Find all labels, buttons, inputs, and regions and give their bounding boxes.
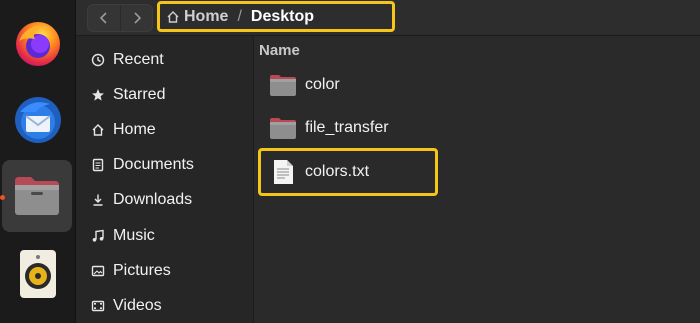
sidebar-item-music[interactable]: Music	[76, 219, 254, 253]
files-window: Home / Desktop Recent Starred Home Docum…	[76, 0, 700, 323]
video-icon	[90, 298, 106, 314]
file-name: color	[305, 76, 340, 93]
rhythmbox-icon	[20, 250, 56, 298]
document-icon	[90, 157, 106, 173]
text-file-icon	[274, 160, 293, 184]
file-list: Name color file_transfer colors.txt	[254, 36, 700, 323]
dock-item-files[interactable]	[2, 160, 72, 232]
file-name: colors.txt	[305, 163, 370, 180]
sidebar-item-label: Pictures	[113, 262, 171, 279]
sidebar-item-starred[interactable]: Starred	[76, 78, 254, 112]
clock-icon	[90, 52, 106, 68]
home-icon	[167, 10, 179, 23]
breadcrumb-home-label: Home	[184, 7, 229, 25]
sidebar-item-label: Home	[113, 121, 156, 138]
file-row-text[interactable]: colors.txt	[254, 152, 700, 192]
file-row-folder[interactable]: file_transfer	[254, 108, 700, 148]
sidebar-item-documents[interactable]: Documents	[76, 148, 254, 182]
dock-item-thunderbird[interactable]	[0, 84, 76, 156]
dock-item-rhythmbox[interactable]	[0, 238, 76, 310]
sidebar: Recent Starred Home Documents Downloads	[76, 36, 254, 323]
sidebar-item-home[interactable]: Home	[76, 113, 254, 147]
sidebar-item-videos[interactable]: Videos	[76, 289, 254, 323]
breadcrumb-separator: /	[237, 7, 242, 25]
file-name: file_transfer	[305, 119, 389, 136]
chevron-right-icon	[133, 12, 141, 24]
sidebar-item-label: Downloads	[113, 191, 193, 208]
sidebar-item-label: Starred	[113, 86, 166, 103]
sidebar-item-recent[interactable]: Recent	[76, 43, 254, 77]
download-icon	[90, 192, 106, 208]
chevron-left-icon	[99, 12, 107, 24]
sidebar-item-label: Videos	[113, 297, 162, 314]
breadcrumb: Home / Desktop	[157, 1, 395, 32]
sidebar-item-label: Music	[113, 227, 155, 244]
back-button[interactable]	[88, 5, 120, 31]
files-icon	[15, 177, 59, 215]
sidebar-item-label: Documents	[113, 156, 194, 173]
sidebar-item-label: Recent	[113, 51, 164, 68]
breadcrumb-current[interactable]: Desktop	[251, 8, 314, 26]
sidebar-item-downloads[interactable]: Downloads	[76, 183, 254, 217]
dock	[0, 0, 76, 323]
header-bar: Home / Desktop	[76, 0, 700, 36]
home-icon	[90, 122, 106, 138]
breadcrumb-home[interactable]: Home	[166, 8, 228, 26]
folder-icon	[270, 118, 296, 139]
dock-item-firefox[interactable]	[0, 8, 76, 80]
forward-button[interactable]	[120, 5, 152, 31]
star-icon	[90, 87, 106, 103]
navigation-buttons	[87, 4, 153, 32]
sidebar-item-pictures[interactable]: Pictures	[76, 254, 254, 288]
picture-icon	[90, 263, 106, 279]
music-icon	[90, 228, 106, 244]
column-header-name[interactable]: Name	[259, 42, 300, 59]
active-indicator	[0, 195, 5, 200]
file-row-folder[interactable]: color	[254, 65, 700, 105]
thunderbird-icon	[15, 97, 61, 143]
firefox-icon	[16, 22, 60, 66]
folder-icon	[270, 75, 296, 96]
